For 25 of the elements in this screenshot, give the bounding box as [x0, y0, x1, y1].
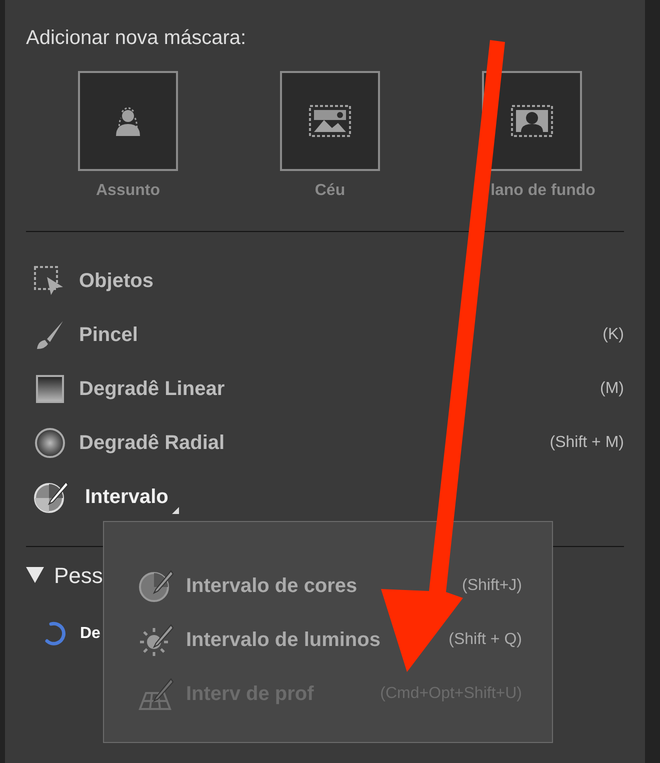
color-range-icon — [33, 480, 69, 514]
spinner-icon — [42, 621, 68, 647]
mask-tool-item[interactable]: Degradê Radial (Shift + M) — [26, 416, 624, 470]
image-icon — [308, 104, 352, 138]
mask-tool-item[interactable]: Intervalo — [26, 470, 624, 524]
mask-button[interactable] — [280, 71, 380, 171]
radial-gradient-icon — [33, 427, 67, 459]
menu-item[interactable]: Intervalo de cores (Shift+J) — [138, 559, 522, 613]
menu-item[interactable]: Intervalo de luminos (Shift + Q) — [138, 613, 522, 667]
mask-label: Assunto — [96, 181, 160, 201]
luminance-range-icon — [138, 623, 174, 657]
disclosure-triangle-icon[interactable] — [26, 567, 44, 583]
background-icon — [510, 104, 554, 138]
mask-tool-item[interactable]: Objetos — [26, 254, 624, 308]
panel-heading: Adicionar nova máscara: — [26, 26, 246, 51]
linear-gradient-icon — [33, 373, 67, 405]
mask-tool-item[interactable]: Pincel (K) — [26, 308, 624, 362]
depth-range-icon — [138, 677, 174, 711]
mask-tool-item[interactable]: Degradê Linear (M) — [26, 362, 624, 416]
person-row-label: De — [80, 624, 100, 644]
section-title: Pess — [54, 562, 103, 590]
mask-label: lano de fundo — [490, 181, 596, 201]
mask-button[interactable] — [78, 71, 178, 171]
mask-label: Céu — [314, 181, 346, 201]
color-range-icon — [138, 569, 174, 603]
